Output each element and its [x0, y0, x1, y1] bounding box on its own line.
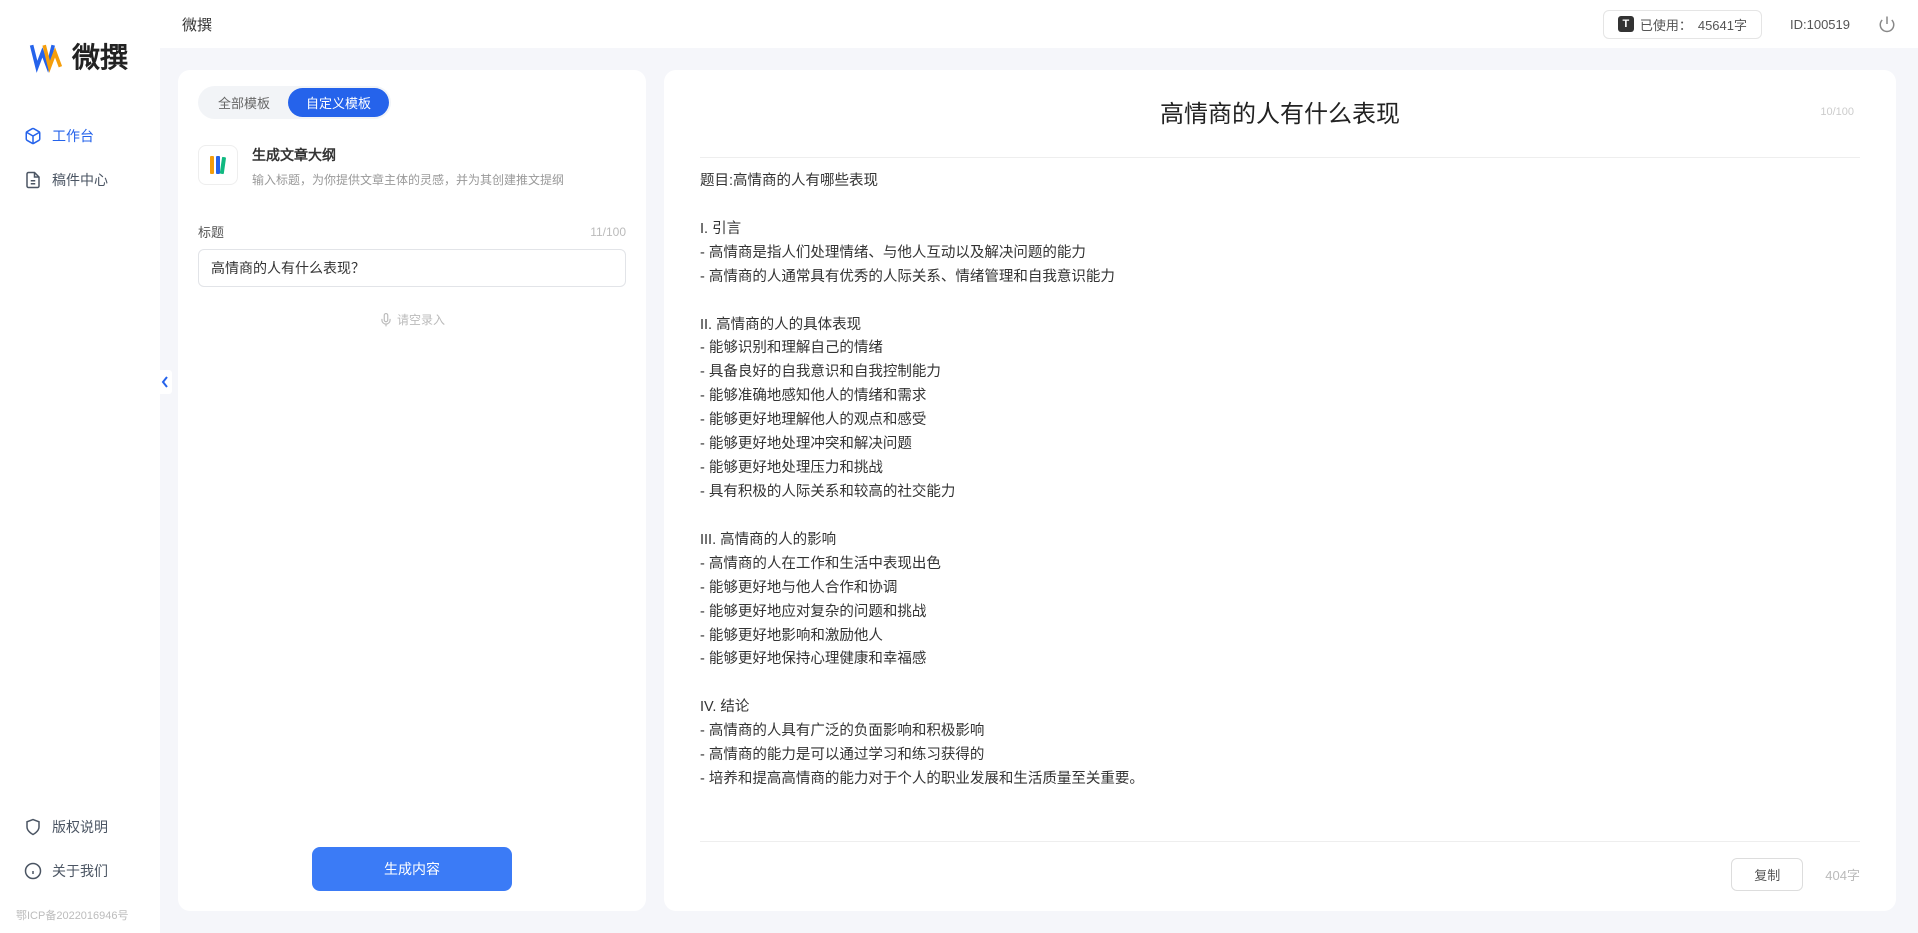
- input-panel: 全部模板 自定义模板 生成文章大纲 输入标题，为你提供文章主体的灵感，并为其创建…: [178, 70, 646, 911]
- shield-icon: [24, 818, 42, 836]
- usage-value: 45641字: [1698, 15, 1747, 34]
- usage-badge[interactable]: T 已使用： 45641字: [1603, 10, 1762, 39]
- icp-text: 鄂ICP备2022016946号: [0, 903, 160, 933]
- output-title: 高情商的人有什么表现: [700, 94, 1860, 147]
- nav-label: 版权说明: [52, 817, 108, 837]
- form-section: 标题 11/100 请空录入: [178, 206, 646, 827]
- template-icon: [198, 145, 238, 185]
- copy-button[interactable]: 复制: [1731, 858, 1803, 891]
- nav-label: 关于我们: [52, 861, 108, 881]
- chevron-left-icon: [161, 376, 169, 388]
- sidebar-collapse-button[interactable]: [158, 370, 172, 394]
- nav-item-about[interactable]: 关于我们: [10, 851, 150, 891]
- power-icon[interactable]: [1878, 15, 1896, 33]
- logo-text: 微撰: [72, 36, 128, 76]
- nav-item-drafts[interactable]: 稿件中心: [10, 160, 150, 200]
- tab-custom-templates[interactable]: 自定义模板: [288, 88, 389, 117]
- generate-button[interactable]: 生成内容: [312, 847, 512, 891]
- template-tabs: 全部模板 自定义模板: [178, 70, 646, 129]
- template-card: 生成文章大纲 输入标题，为你提供文章主体的灵感，并为其创建推文提纲: [198, 139, 626, 206]
- title-input[interactable]: [198, 249, 626, 287]
- page-title: 微撰: [182, 14, 212, 35]
- output-footer: 复制 404字: [664, 842, 1896, 911]
- logo[interactable]: 微撰: [0, 18, 160, 116]
- main: 微撰 T 已使用： 45641字 ID:100519 全部模板 自定义模板: [160, 0, 1918, 933]
- info-icon: [24, 862, 42, 880]
- content-area: 全部模板 自定义模板 生成文章大纲 输入标题，为你提供文章主体的灵感，并为其创建…: [160, 48, 1918, 933]
- nav-label: 工作台: [52, 126, 94, 146]
- tab-all-templates[interactable]: 全部模板: [200, 88, 288, 117]
- output-title-count: 10/100: [1820, 106, 1854, 118]
- title-char-count: 11/100: [590, 225, 626, 239]
- output-panel: 高情商的人有什么表现 10/100 题目:高情商的人有哪些表现 I. 引言 - …: [664, 70, 1896, 911]
- title-label: 标题: [198, 222, 224, 241]
- template-title: 生成文章大纲: [252, 145, 564, 165]
- topbar-right: T 已使用： 45641字 ID:100519: [1603, 10, 1896, 39]
- output-body[interactable]: 题目:高情商的人有哪些表现 I. 引言 - 高情商是指人们处理情绪、与他人互动以…: [664, 158, 1896, 841]
- books-icon: [206, 153, 230, 177]
- nav-footer: 版权说明 关于我们: [0, 799, 160, 903]
- topbar: 微撰 T 已使用： 45641字 ID:100519: [160, 0, 1918, 48]
- cube-icon: [24, 127, 42, 145]
- logo-icon: [28, 38, 64, 74]
- token-icon: T: [1618, 16, 1634, 32]
- user-id: ID:100519: [1790, 17, 1850, 32]
- template-desc: 输入标题，为你提供文章主体的灵感，并为其创建推文提纲: [252, 171, 564, 188]
- output-word-count: 404字: [1825, 865, 1860, 884]
- nav-item-copyright[interactable]: 版权说明: [10, 807, 150, 847]
- nav-item-workbench[interactable]: 工作台: [10, 116, 150, 156]
- usage-label: 已使用：: [1640, 15, 1692, 34]
- sidebar: 微撰 工作台 稿件中心 版权说明 关于我们 鄂ICP备2022016946号: [0, 0, 160, 933]
- mic-icon: [379, 313, 393, 327]
- voice-hint-text: 请空录入: [397, 311, 445, 328]
- voice-input-hint[interactable]: 请空录入: [198, 311, 626, 328]
- nav-primary: 工作台 稿件中心: [0, 116, 160, 799]
- document-icon: [24, 171, 42, 189]
- nav-label: 稿件中心: [52, 170, 108, 190]
